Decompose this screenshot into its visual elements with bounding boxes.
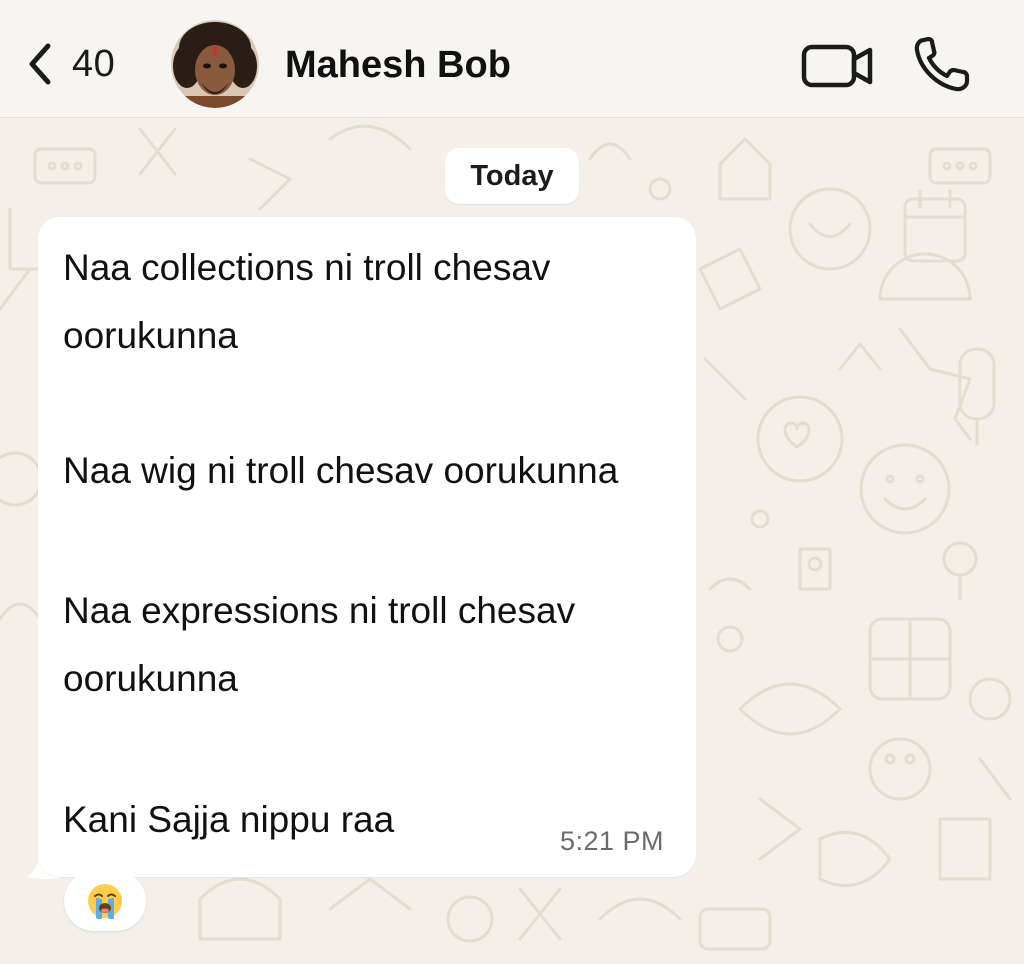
message-line: Naa wig ni troll chesav oorukunna	[63, 450, 619, 491]
video-call-icon	[801, 44, 873, 88]
voice-call-button[interactable]	[910, 34, 976, 96]
video-call-button[interactable]	[800, 40, 876, 92]
message-timestamp: 5:21 PM	[560, 826, 665, 856]
message-line: Naa collections ni troll chesav oorukunn…	[63, 247, 551, 356]
avatar[interactable]	[171, 20, 259, 108]
avatar-image	[171, 20, 259, 108]
unread-count: 40	[72, 42, 116, 85]
chat-header: 40 Mahesh Bob	[0, 0, 1024, 118]
message-reaction[interactable]	[64, 871, 146, 931]
message-line: Naa expressions ni troll chesav oorukunn…	[63, 590, 576, 699]
phone-icon	[914, 36, 970, 92]
chat-area[interactable]: Today Naa collections ni troll chesav oo…	[0, 119, 1024, 964]
chevron-left-icon	[29, 43, 51, 85]
contact-name[interactable]: Mahesh Bob	[285, 40, 511, 90]
date-separator: Today	[445, 148, 579, 204]
loudly-crying-face-icon	[88, 884, 122, 919]
chat-screen: 40 Mahesh Bob Today Naa collections ni t…	[0, 0, 1024, 964]
back-button[interactable]: 40	[22, 36, 115, 92]
